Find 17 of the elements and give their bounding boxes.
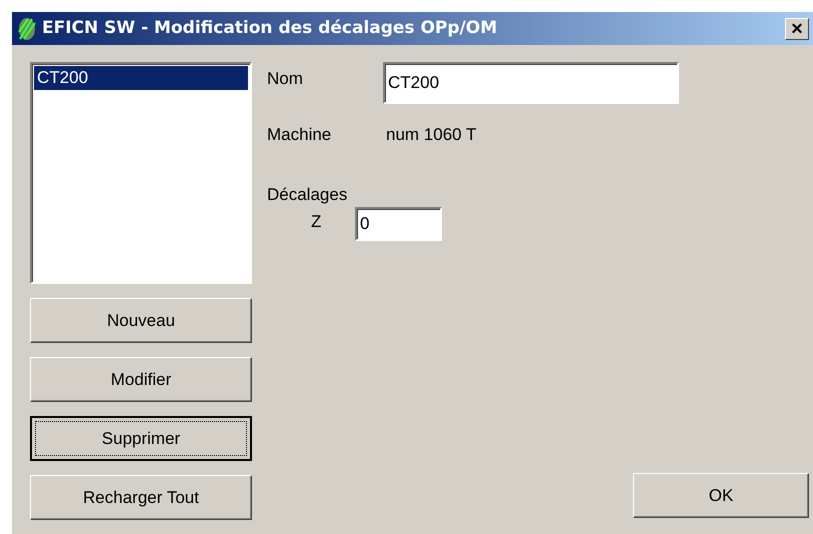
z-offset-field[interactable]: 0 (355, 207, 442, 241)
field-label: Machine (267, 124, 332, 146)
ok-button[interactable]: OK (633, 473, 809, 518)
leaf-icon (16, 16, 38, 40)
field-label: Nom (267, 68, 304, 90)
action-button[interactable]: Modifier (30, 357, 252, 402)
close-button[interactable]: × (785, 18, 809, 40)
action-button[interactable]: Supprimer (30, 416, 252, 461)
window-title: EFICN SW - Modification des décalages OPp/OM (42, 16, 498, 40)
list-item[interactable]: CT200 (34, 66, 248, 90)
machine-value: num 1060 T (386, 124, 476, 146)
name-field[interactable]: CT200 (383, 62, 679, 104)
section-label: Décalages (267, 184, 348, 206)
list-box[interactable]: CT200 (30, 62, 252, 284)
field-label: Z (311, 211, 322, 233)
action-button[interactable]: Nouveau (30, 298, 252, 343)
action-button[interactable]: Recharger Tout (30, 475, 252, 520)
